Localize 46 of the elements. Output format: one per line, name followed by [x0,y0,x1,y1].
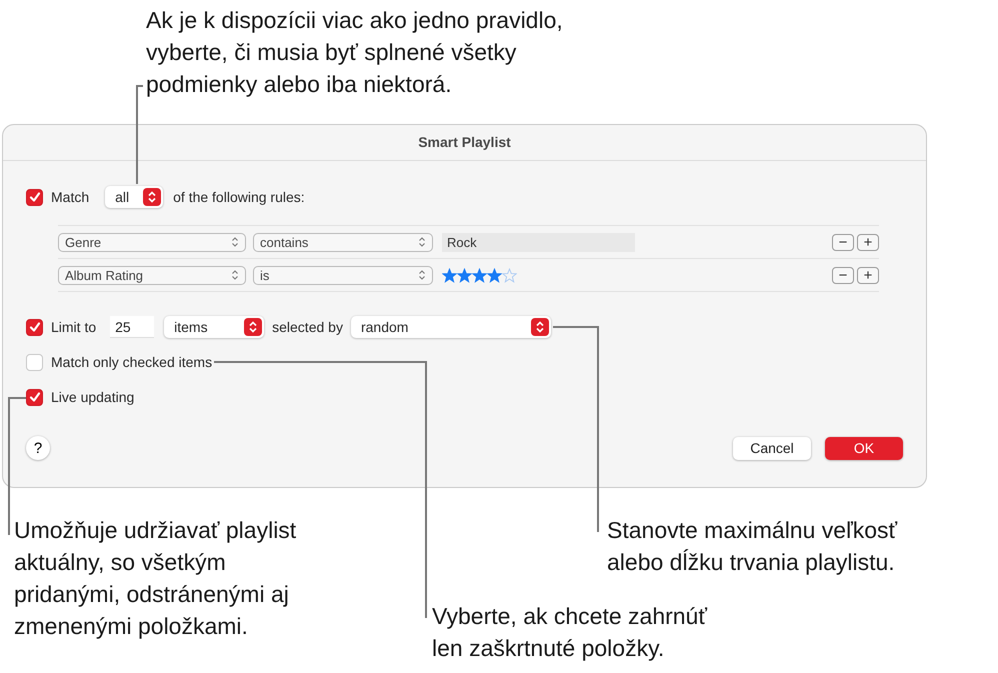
filled-star-icon [487,268,502,282]
value-field[interactable]: Rock [442,232,635,252]
stepper-icon [418,269,426,281]
add-rule-button[interactable]: + [857,234,879,250]
unit-popup[interactable]: items [164,316,264,338]
checkbox[interactable] [26,388,43,406]
selected-by-label: selected by [272,319,343,335]
window-title: Smart Playlist [3,125,926,161]
stepper-icon [231,269,239,281]
method-popup[interactable]: random [350,316,551,338]
checkbox[interactable] [26,318,43,336]
cancel-button[interactable]: Cancel [733,436,811,460]
filled-star-icon [442,268,457,282]
field-popup[interactable]: Genre [58,232,246,252]
checkmark-icon [28,191,40,203]
stepper-icon [418,236,426,248]
stepper-icon [244,318,262,336]
field-popup[interactable]: Album Rating [58,266,246,284]
remove-rule-button[interactable]: − [832,234,854,250]
callout-text: Stanovte maximálnu veľkosť alebo dĺžku trvania playlistu. [607,516,898,577]
help-button[interactable]: ? [26,436,50,460]
checkbox-label: Match [51,189,90,205]
filled-star-icon [472,268,487,282]
checkmark-icon [28,391,40,403]
callout-text: Umožňuje udržiavať playlist aktuálny, so všetkým pridanými, odstránenými aj zmenenými položkami. [14,516,296,641]
operator-popup[interactable]: contains [253,232,433,252]
callout-text: Vyberte, ak chcete zahrnúť len zaškrtnuté položky. [432,602,707,663]
checkbox-label: Match only checked items [51,354,212,370]
checkbox[interactable] [26,188,43,206]
stepper-icon [231,236,239,248]
star-rating[interactable] [442,268,517,282]
callout-text: Ak je k dispozícii viac ako jedno pravidlo, vyberte, či musia byť splnené všetky podmienky alebo iba niektorá. [146,6,563,99]
stepper-icon [143,188,162,206]
remove-rule-button[interactable]: − [832,266,854,284]
stepper-icon [530,318,549,336]
rules-label: of the following rules: [173,189,305,205]
match-popup[interactable]: all [105,186,164,208]
limit-field[interactable]: 25 [110,316,154,338]
checkbox-label: Live updating [51,389,134,405]
checkbox-label: Limit to [51,319,96,335]
checkmark-icon [28,321,40,333]
filled-star-icon [457,268,472,282]
operator-popup[interactable]: is [253,266,433,284]
add-rule-button[interactable]: + [857,266,879,284]
checkbox[interactable] [26,354,43,370]
ok-button[interactable]: OK [825,436,903,460]
